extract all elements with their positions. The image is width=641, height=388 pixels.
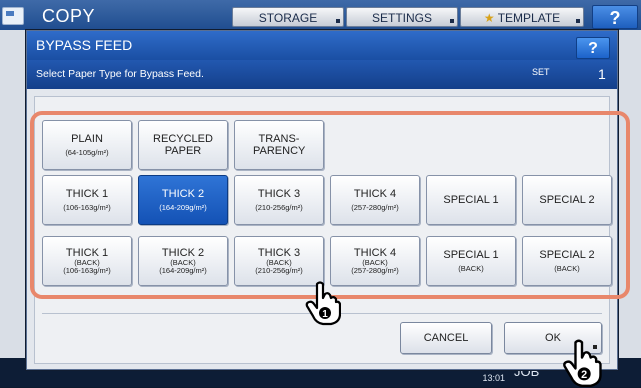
help-button-top[interactable]: ?: [592, 5, 638, 29]
paper-type-highlight-frame: [30, 111, 630, 299]
star-icon: ★: [483, 11, 495, 25]
storage-button[interactable]: STORAGE: [232, 7, 344, 27]
cancel-button[interactable]: CANCEL: [400, 322, 492, 354]
help-button[interactable]: ?: [576, 37, 610, 59]
pointing-hand-icon: 1: [305, 281, 341, 326]
settings-button[interactable]: SETTINGS: [346, 7, 458, 27]
clock: 13:01: [482, 373, 505, 383]
background-left: [0, 30, 26, 387]
set-label: SET: [532, 67, 550, 77]
callout-step-1: 1: [322, 309, 328, 320]
instruction-text: Select Paper Type for Bypass Feed.: [36, 68, 204, 80]
copy-app-icon: [2, 7, 24, 25]
template-button[interactable]: ★ TEMPLATE: [460, 7, 584, 27]
app-title: COPY: [42, 6, 96, 26]
callout-step-2: 2: [581, 369, 587, 381]
set-value: 1: [598, 66, 606, 82]
pointing-hand-icon: 2: [563, 339, 602, 388]
dialog-title: BYPASS FEED: [36, 37, 133, 53]
